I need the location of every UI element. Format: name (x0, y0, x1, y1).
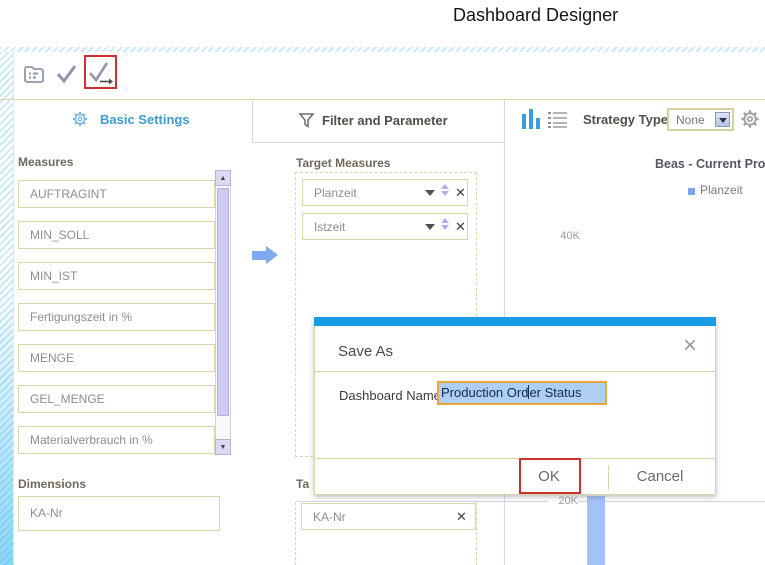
chart-bar-planzeit (587, 496, 605, 565)
dimension-item[interactable]: KA-Nr (18, 496, 220, 531)
input-selected-text: Production Order Status (439, 385, 581, 400)
y-tick-20k: 20K (548, 495, 578, 507)
target-measure-name: Istzeit (314, 220, 345, 234)
apply-button[interactable] (54, 60, 78, 86)
dimensions-label: Dimensions (18, 477, 86, 491)
scrollbar-thumb[interactable] (217, 188, 229, 416)
list-view-button[interactable] (548, 111, 568, 128)
tab-filter-and-parameter-label: Filter and Parameter (322, 113, 448, 128)
remove-icon[interactable]: ✕ (455, 180, 466, 206)
dialog-title-bar (314, 317, 716, 326)
remove-icon[interactable]: ✕ (456, 504, 467, 530)
dialog-title: Save As (338, 343, 393, 360)
target-dimension-row[interactable]: KA-Nr ✕ (301, 503, 476, 530)
measure-item[interactable]: Materialverbrauch in % (18, 426, 215, 454)
ok-red-highlight-annotation (519, 458, 581, 494)
y-tick-40k: 40K (550, 230, 580, 242)
dashboard-name-input[interactable]: Production Order Status (437, 381, 607, 405)
strategy-type-value: None (676, 113, 705, 127)
cancel-button[interactable]: Cancel (630, 468, 690, 485)
check-icon (54, 60, 78, 86)
triangle-down-icon (719, 118, 727, 123)
measures-label: Measures (18, 155, 73, 169)
measures-scrollbar[interactable]: ▲ ▼ (215, 170, 231, 455)
remove-icon[interactable]: ✕ (455, 214, 466, 240)
target-measure-name: Planzeit (314, 186, 357, 200)
dashboard-name-label: Dashboard Name (339, 388, 441, 403)
triangle-up-icon: ▲ (220, 175, 227, 182)
open-folder-button[interactable] (22, 62, 46, 86)
select-button[interactable] (715, 112, 730, 127)
map-arrow-icon (252, 251, 266, 260)
dropdown-arrow-icon[interactable] (425, 224, 435, 230)
strategy-type-label: Strategy Type (583, 112, 668, 127)
dashboard-designer-screen: Dashboard Designer (0, 0, 765, 565)
target-measures-label: Target Measures (296, 156, 390, 170)
legend-swatch (688, 188, 695, 195)
dialog-footer-divider (315, 458, 715, 459)
gear-icon (71, 110, 89, 128)
measure-item[interactable]: MENGE (18, 344, 215, 372)
target-measure-row[interactable]: Istzeit ✕ (302, 213, 468, 240)
tab-basic-settings-label: Basic Settings (100, 112, 190, 127)
chart-settings-button[interactable] (739, 108, 761, 130)
left-stripe-band (0, 52, 13, 565)
folder-icon (22, 62, 46, 86)
chart-type-bar-button[interactable] (522, 109, 540, 129)
save-as-dialog: Save As × Dashboard Name Production Orde… (314, 318, 716, 495)
map-arrow-head-icon (266, 246, 278, 264)
triangle-down-icon: ▼ (220, 444, 227, 451)
dropdown-arrow-icon[interactable] (425, 190, 435, 196)
measure-item[interactable]: GEL_MENGE (18, 385, 215, 413)
target-measure-row[interactable]: Planzeit ✕ (302, 179, 468, 206)
toolbar (13, 52, 765, 99)
tab-filter-and-parameter[interactable]: Filter and Parameter (252, 100, 504, 143)
measure-item[interactable]: Fertigungszeit in % (18, 303, 215, 331)
funnel-icon (298, 111, 316, 130)
scroll-up-button[interactable]: ▲ (215, 170, 231, 186)
measure-item[interactable]: MIN_SOLL (18, 221, 215, 249)
legend-label: Planzeit (700, 183, 765, 197)
sort-icon[interactable] (441, 218, 449, 230)
bar-chart-icon (522, 109, 540, 129)
target-dimension-name: KA-Nr (313, 510, 346, 524)
gear-icon (739, 108, 761, 130)
measure-item[interactable]: MIN_IST (18, 262, 215, 290)
close-icon[interactable]: × (683, 334, 697, 358)
dialog-button-divider (608, 465, 609, 490)
sort-icon[interactable] (441, 184, 449, 196)
measure-item[interactable]: AUFTRAGINT (18, 180, 215, 208)
page-title: Dashboard Designer (453, 5, 618, 26)
list-icon (548, 111, 568, 128)
target-dimensions-label: Ta (296, 477, 309, 491)
tab-basic-settings[interactable]: Basic Settings (14, 100, 252, 143)
dialog-title-divider (315, 371, 715, 372)
toolbar-red-highlight-annotation (84, 55, 117, 89)
strategy-type-select[interactable]: None (667, 108, 734, 131)
scroll-down-button[interactable]: ▼ (215, 439, 231, 455)
chart-title: Beas - Current Prod (655, 157, 765, 171)
